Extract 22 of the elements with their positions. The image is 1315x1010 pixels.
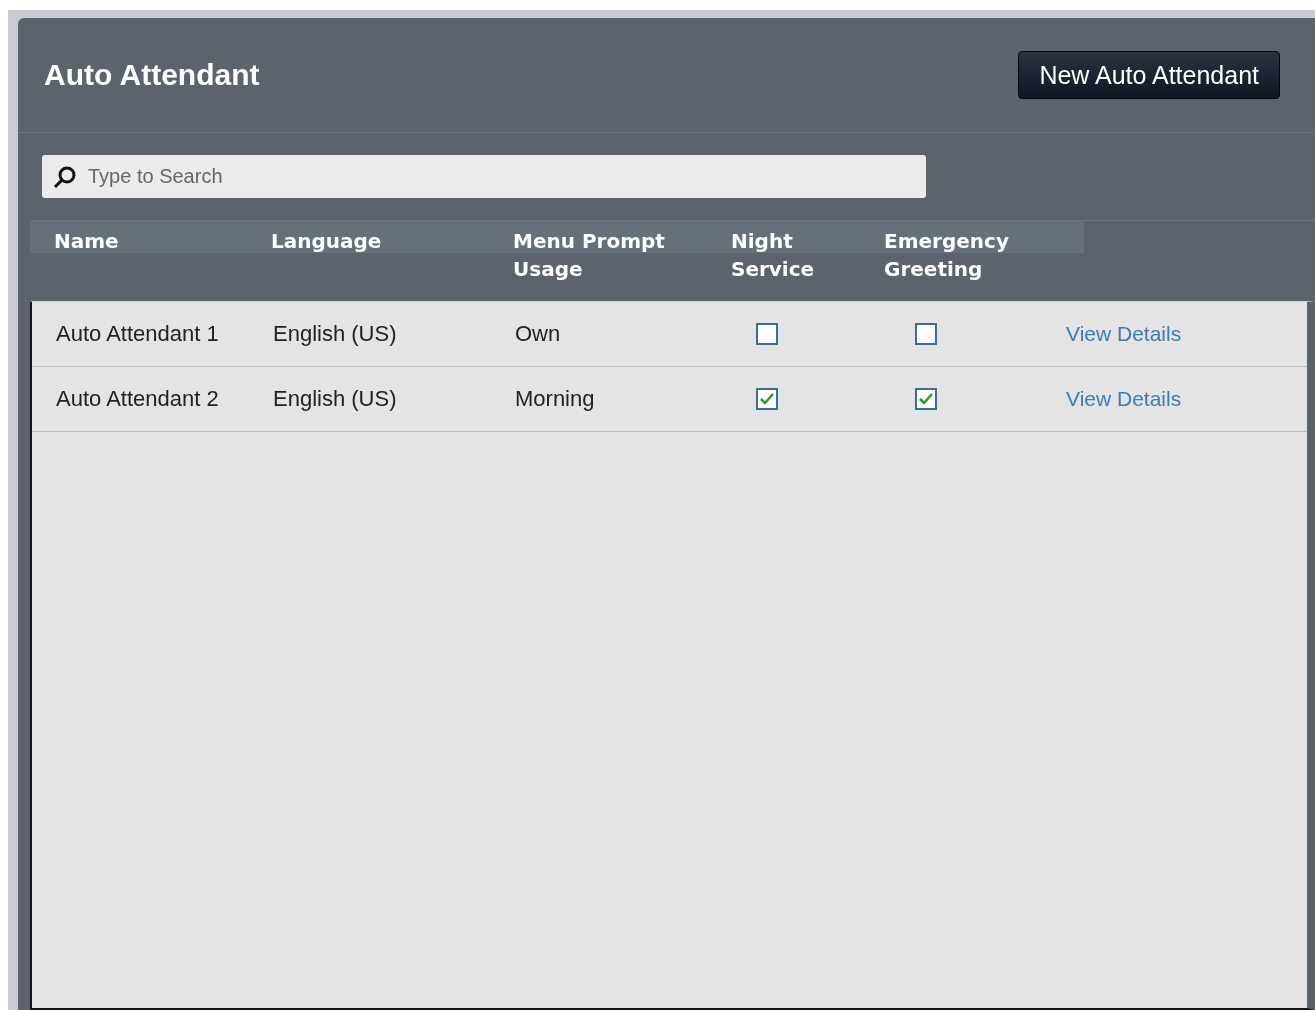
checkbox[interactable] [915, 323, 937, 345]
table-cell-text: Auto Attendant 1 [55, 321, 220, 347]
column-header: Language [247, 221, 489, 255]
column-header: Emergency Greeting [860, 221, 1084, 283]
page-title: Auto Attendant [44, 58, 260, 92]
table-cell-text: English (US) [272, 386, 398, 412]
new-auto-attendant-button[interactable]: New Auto Attendant [1018, 51, 1280, 99]
view-details-link[interactable]: View Details [1028, 387, 1182, 410]
table-cell-text: Morning [514, 386, 596, 412]
checkbox[interactable] [755, 388, 778, 410]
check-icon [918, 392, 934, 406]
table-cell-text: English (US) [272, 321, 398, 347]
column-header: Name [30, 221, 247, 255]
check-icon [758, 392, 775, 406]
column-header: Menu Prompt Usage [489, 221, 707, 283]
search-field[interactable]: Type to Search [42, 155, 926, 198]
checkbox[interactable] [915, 388, 937, 410]
table-cell-text: Auto Attendant 2 [55, 386, 220, 412]
view-details-link[interactable]: View Details [1028, 322, 1182, 345]
search-icon [52, 164, 78, 190]
table-cell-text: Own [514, 321, 562, 347]
checkbox[interactable] [755, 323, 778, 345]
